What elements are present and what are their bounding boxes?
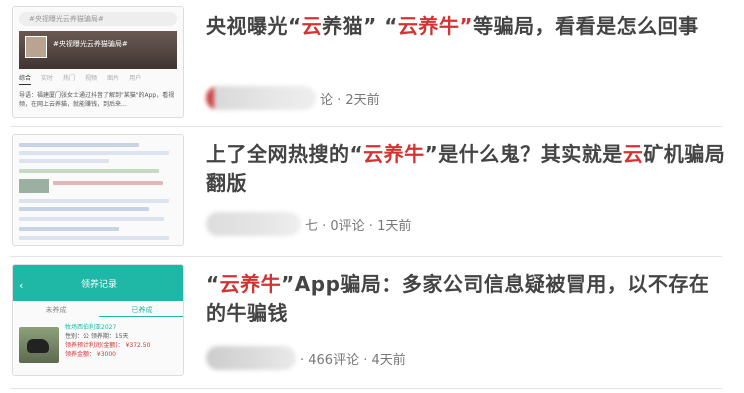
news-title[interactable]: 上了全网热搜的“云养牛”是什么鬼？其实就是云矿机骗局翻版: [206, 140, 726, 198]
thumb-line: [19, 227, 119, 231]
news-feed: #央视曝光云养猫骗局# #央视曝光云养猫骗局# 综合 实时 热门 视频 图片 用…: [0, 0, 744, 393]
title-part: 云: [301, 14, 323, 38]
divider: [10, 388, 722, 389]
thumb-tabs: 未养成 已养成: [13, 303, 183, 317]
title-part: “: [376, 14, 398, 38]
thumb-line: [19, 207, 149, 211]
cow-name: 牧场西伯利亚2027: [65, 324, 117, 331]
meta-text: 论 · 2天前: [320, 92, 380, 108]
thumb-cow-info: 牧场西伯利亚2027 性别：公 领养期：15天 领养预计利润(金额)： ¥372…: [65, 323, 177, 359]
title-part: ”是什么鬼？其实就是: [424, 142, 623, 166]
thumb-line: [19, 199, 169, 203]
thumb-topic-image: [25, 36, 47, 58]
thumb-search-bar: #央视曝光云养猫骗局#: [19, 12, 177, 26]
thumb-line: [19, 169, 159, 173]
title-part: 云养牛: [219, 272, 282, 296]
thumb-text: 导语：福建厦门张女士通过抖音了解到"某猫"的App，看视频，在网上云养猫，就能赚…: [19, 92, 175, 108]
thumb-tab: 综合: [19, 73, 32, 85]
news-item[interactable]: #央视曝光云养猫骗局# #央视曝光云养猫骗局# 综合 实时 热门 视频 图片 用…: [10, 4, 734, 122]
thumb-tab: 已养成: [99, 303, 183, 317]
title-part: 等骗局，看看是怎么回事: [473, 14, 699, 38]
news-item[interactable]: 上了全网热搜的“云养牛”是什么鬼？其实就是云矿机骗局翻版 七 · 0评论 · 1…: [10, 132, 734, 250]
title-part: 云: [622, 142, 644, 166]
cow-field: 领养预计利润(金额)： ¥372.50: [65, 342, 151, 349]
thumb-line: [53, 181, 163, 185]
news-title[interactable]: 央视曝光“云养猫” “云养牛”等骗局，看看是怎么回事: [206, 12, 726, 41]
thumb-line: [19, 217, 164, 221]
title-part: 云养牛: [363, 142, 425, 166]
news-title[interactable]: “云养牛”App骗局：多家公司信息疑被冒用，以不存在的牛骗钱: [206, 270, 726, 328]
meta-text: · 466评论 · 4天前: [300, 352, 406, 368]
cow-image: [19, 327, 59, 363]
news-item[interactable]: ‹ 领养记录 未养成 已养成 牧场西伯利亚2027 性别：公 领养期：15天 领…: [10, 262, 734, 384]
news-meta: · 466评论 · 4天前: [206, 346, 406, 370]
thumb-banner: #央视曝光云养猫骗局#: [19, 31, 177, 69]
thumb-tab: 用户: [129, 75, 142, 82]
title-part: “: [288, 14, 302, 38]
blurred-source-avatar: [206, 212, 301, 236]
blurred-source-avatar: [206, 346, 296, 370]
meta-text: 七 · 0评论 · 1天前: [305, 218, 412, 234]
news-meta: 七 · 0评论 · 1天前: [206, 212, 411, 236]
cow-field: 领养金额： ¥3000: [65, 351, 116, 358]
thumb-line: [19, 151, 169, 155]
news-meta: 论 · 2天前: [206, 86, 380, 110]
title-part: 云: [397, 14, 419, 38]
cow-field: 性别：公 领养期：15天: [65, 333, 129, 340]
thumb-line: [19, 236, 169, 240]
thumb-tab: 图片: [107, 75, 120, 82]
divider: [10, 126, 722, 127]
title-part: 养牛”: [418, 14, 474, 38]
title-part: 上了全网热搜的“: [206, 142, 364, 166]
thumb-tab: 热门: [63, 75, 76, 82]
thumb-tab: 视频: [85, 75, 98, 82]
title-part: 央视曝光: [206, 14, 288, 38]
thumb-tab: 实时: [41, 75, 54, 82]
thumb-app-title: 领养记录: [80, 280, 117, 290]
title-part: ”App骗局：多家公司信息疑被冒用，以不存在的牛骗钱: [206, 272, 710, 325]
thumb-image: [19, 179, 49, 193]
thumb-tabs: 综合 实时 热门 视频 图片 用户: [19, 73, 177, 85]
title-part: “: [206, 272, 220, 296]
news-thumbnail[interactable]: #央视曝光云养猫骗局# #央视曝光云养猫骗局# 综合 实时 热门 视频 图片 用…: [12, 6, 184, 118]
thumb-tab: 未养成: [45, 306, 67, 314]
news-thumbnail[interactable]: ‹ 领养记录 未养成 已养成 牧场西伯利亚2027 性别：公 领养期：15天 领…: [12, 264, 184, 376]
thumb-app-bar: ‹ 领养记录: [13, 265, 183, 301]
divider: [10, 256, 722, 257]
thumb-line: [19, 159, 109, 163]
thumb-banner-title: #央视曝光云养猫骗局#: [53, 40, 128, 48]
thumb-line: [19, 143, 139, 147]
news-thumbnail[interactable]: [12, 134, 184, 246]
title-part: 养猫”: [322, 14, 377, 38]
blurred-source-avatar: [206, 86, 316, 110]
